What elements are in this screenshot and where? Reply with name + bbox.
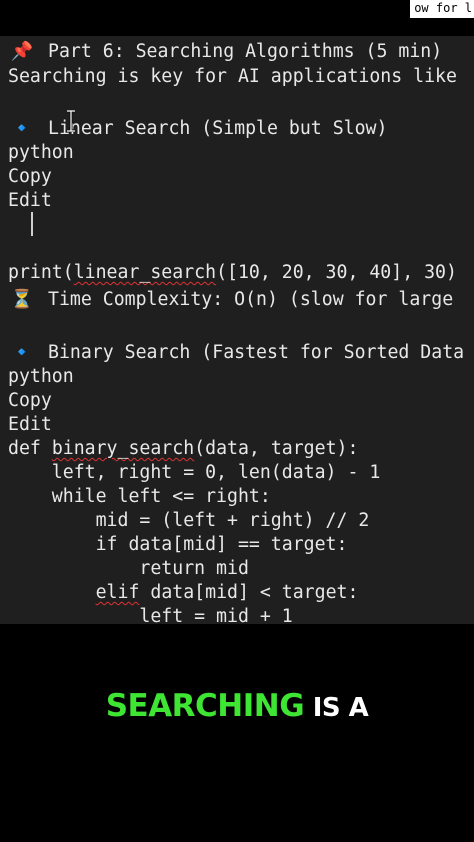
edit-link[interactable]: Edit <box>8 413 52 437</box>
code-line: elif data[mid] < target: <box>95 582 359 603</box>
blue-diamond-icon: 🔹 <box>10 342 34 363</box>
ibeam-cursor-icon <box>67 110 75 132</box>
code-line: if data[mid] == target: <box>8 534 348 555</box>
intro-text: Searching is key for AI applications lik… <box>8 66 457 87</box>
code-line: mid = (left + right) // 2 <box>8 510 370 531</box>
top-bar: ow for l <box>0 0 474 36</box>
caption-highlight: SEARCHING <box>105 688 305 724</box>
hourglass-icon: ⏳ <box>10 289 34 310</box>
binary-search-heading: 🔹 Binary Search (Fastest for Sorted Data <box>8 341 464 365</box>
browser-tab-text: ow for l <box>410 0 474 18</box>
code-language-label: python <box>8 366 74 387</box>
section-heading: 📌 Part 6: Searching Algorithms (5 min) <box>8 40 443 64</box>
caption-rest: IS A <box>304 693 369 723</box>
pushpin-icon: 📌 <box>10 41 34 62</box>
code-line: print(linear_search([10, 20, 30, 40], 30… <box>8 262 457 283</box>
video-caption: SEARCHING IS A <box>0 688 474 724</box>
copy-link[interactable]: Copy <box>8 165 52 189</box>
code-line: return mid <box>8 558 249 579</box>
spellcheck-underline: elif <box>95 582 140 603</box>
code-line: left, right = 0, len(data) - 1 <box>8 462 381 483</box>
copy-link[interactable]: Copy <box>8 389 52 413</box>
code-editor[interactable]: 📌 Part 6: Searching Algorithms (5 min) Se… <box>0 36 474 624</box>
blue-diamond-icon: 🔹 <box>10 118 34 139</box>
caption-area: SEARCHING IS A <box>0 624 474 842</box>
spellcheck-underline: binary_search <box>51 438 195 459</box>
text-cursor <box>31 212 33 236</box>
code-line: left = mid + 1 <box>8 606 293 624</box>
time-complexity-note: ⏳ Time Complexity: O(n) (slow for large <box>8 288 453 312</box>
code-language-label: python <box>8 142 74 163</box>
code-line: while left <= right: <box>8 486 271 507</box>
edit-link[interactable]: Edit <box>8 189 52 213</box>
code-line: def binary_search(data, target): <box>8 438 359 459</box>
spellcheck-underline: linear_search <box>73 262 217 283</box>
